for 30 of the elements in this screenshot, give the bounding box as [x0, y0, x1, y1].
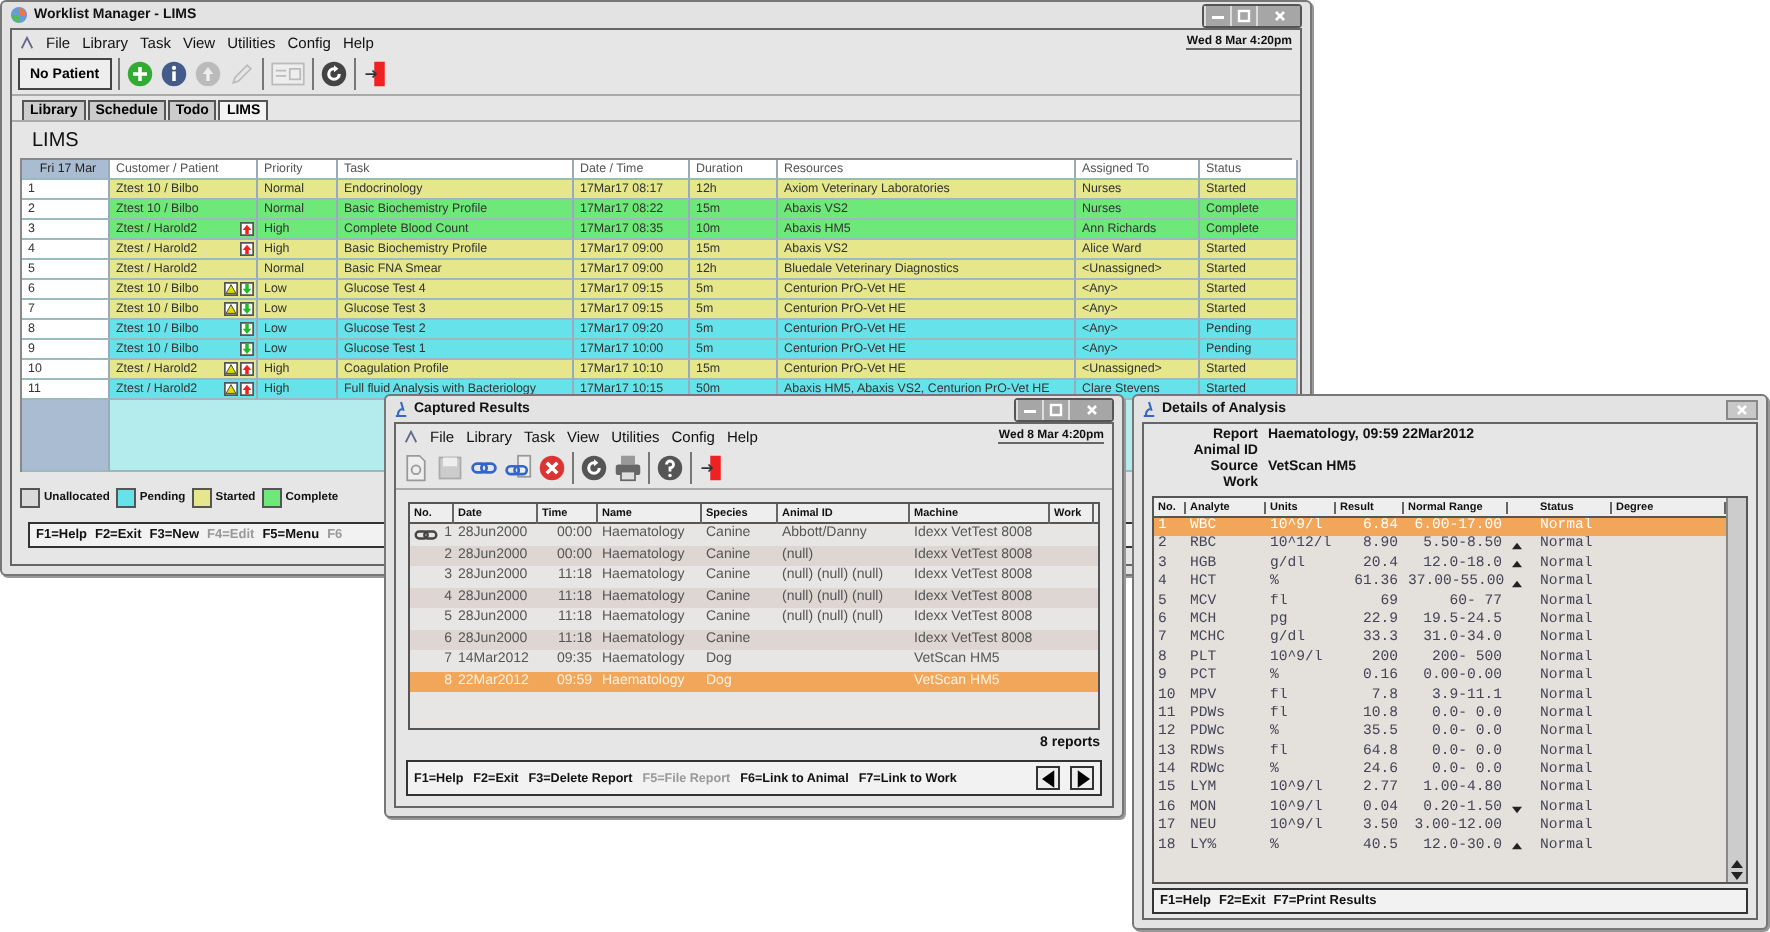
scroll-arrows-icon[interactable]	[1730, 860, 1744, 880]
section-heading: LIMS	[30, 128, 81, 156]
microscope-icon	[1142, 400, 1156, 418]
refresh-icon[interactable]	[319, 60, 348, 88]
minimize-button[interactable]	[1204, 5, 1230, 25]
next-button[interactable]	[1070, 766, 1094, 790]
maximize-button[interactable]	[1042, 399, 1068, 419]
app-icon	[10, 6, 28, 24]
menu-icon[interactable]	[20, 35, 34, 49]
minimize-button[interactable]	[1016, 399, 1042, 419]
microscope-icon	[394, 400, 408, 418]
close-icon	[1271, 7, 1287, 23]
printer-icon[interactable]	[614, 454, 642, 482]
exit-icon[interactable]	[361, 60, 390, 88]
close-icon	[1083, 401, 1099, 417]
maximize-button[interactable]	[1230, 5, 1256, 25]
previous-button[interactable]	[1036, 766, 1060, 790]
refresh-icon[interactable]	[580, 454, 608, 482]
scrollbar[interactable]	[1726, 498, 1746, 882]
close-button[interactable]	[1726, 399, 1758, 419]
maximize-icon	[1236, 7, 1252, 23]
cancel-icon[interactable]	[538, 454, 566, 482]
maximize-icon	[1048, 401, 1064, 417]
add-icon[interactable]	[125, 60, 154, 88]
link-clipboard-icon[interactable]	[504, 454, 532, 482]
exit-icon[interactable]	[698, 454, 726, 482]
help-icon[interactable]	[656, 454, 684, 482]
menu-icon[interactable]	[404, 429, 418, 443]
info-icon[interactable]	[159, 60, 188, 88]
close-icon	[1734, 401, 1750, 417]
